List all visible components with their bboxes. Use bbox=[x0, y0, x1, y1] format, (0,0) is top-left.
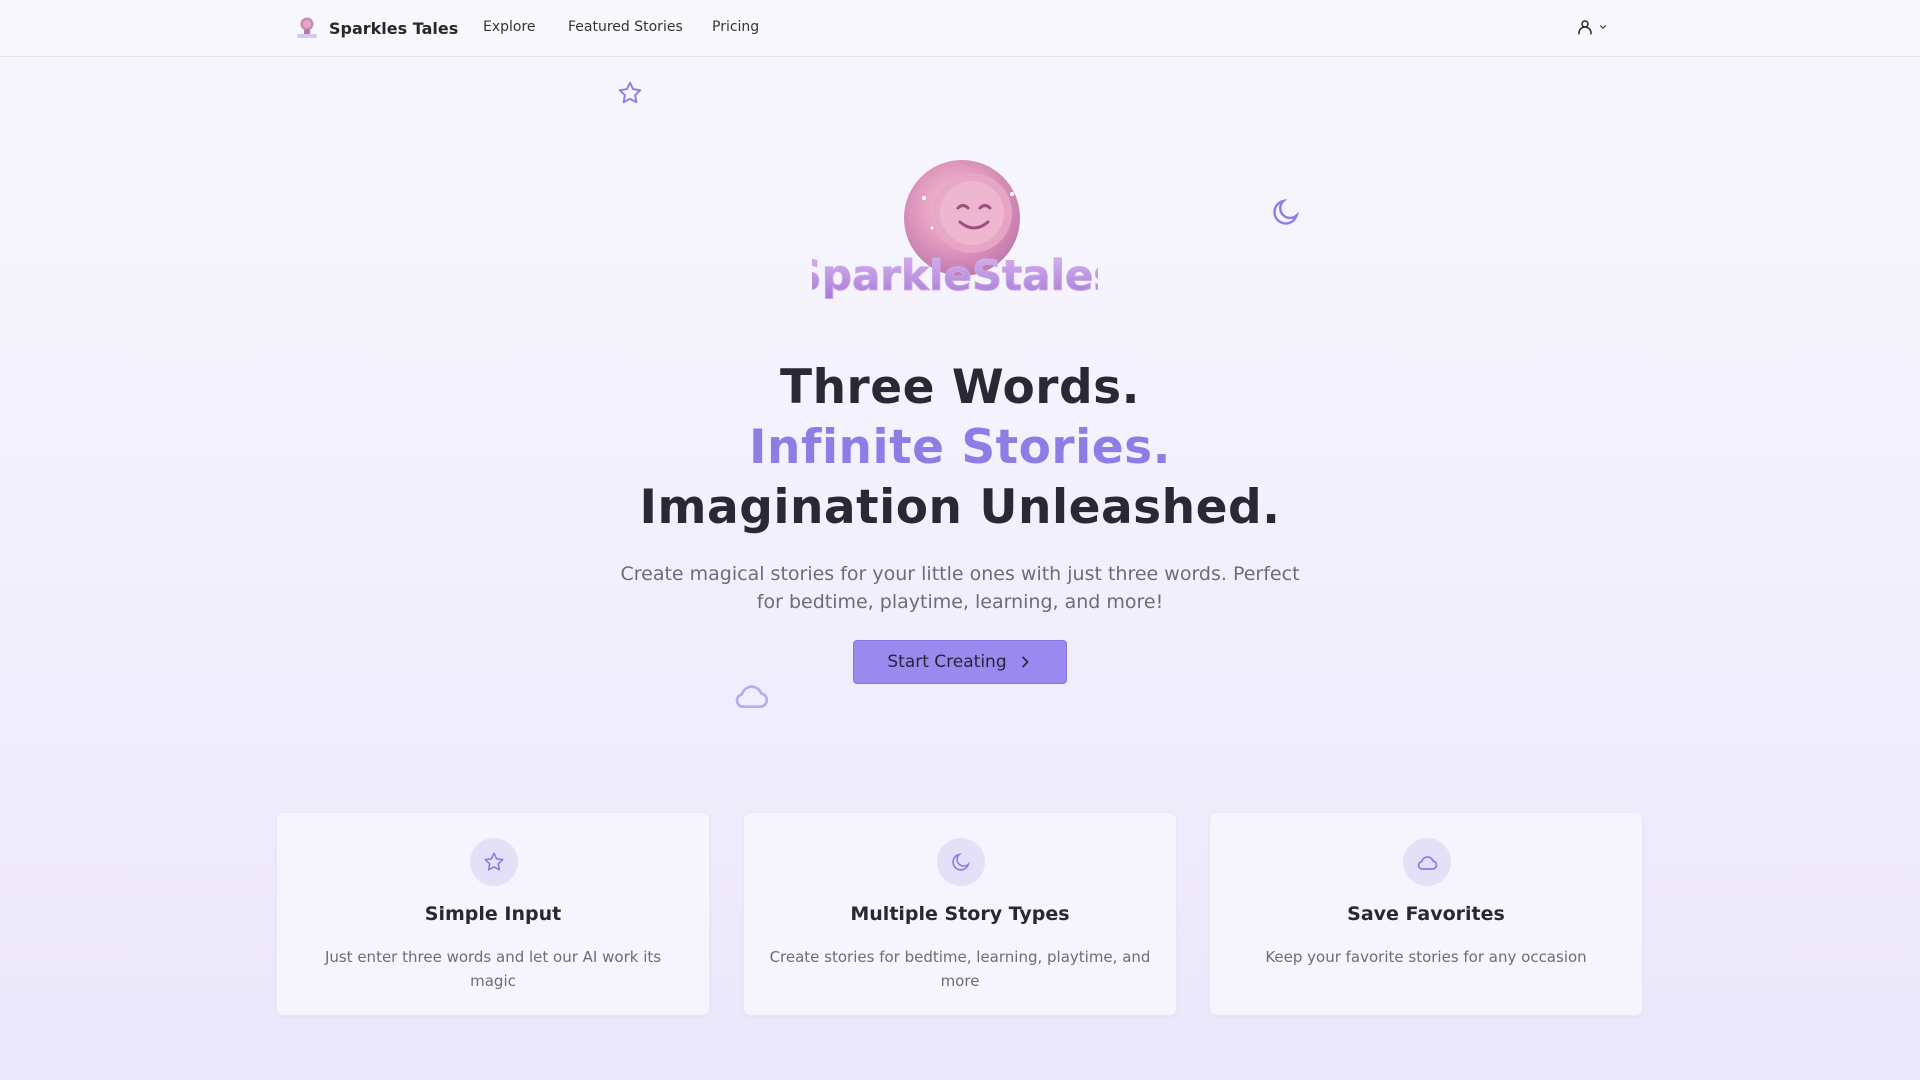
brand-logo-icon bbox=[297, 17, 317, 38]
star-icon bbox=[484, 852, 504, 871]
floating-moon-icon bbox=[1273, 198, 1300, 225]
feature-card-simple-input: Simple Input Just enter three words and … bbox=[276, 812, 710, 1016]
feature-title: Simple Input bbox=[424, 903, 562, 925]
feature-icon-circle bbox=[937, 838, 985, 886]
feature-description: Create stories for bedtime, learning, pl… bbox=[769, 948, 1151, 990]
moon-icon bbox=[952, 853, 970, 871]
user-menu-button[interactable] bbox=[1576, 18, 1608, 36]
brand-name: Sparkles Tales bbox=[329, 18, 459, 38]
nav-link-featured-stories[interactable]: Featured Stories bbox=[568, 19, 683, 35]
feature-title: Save Favorites bbox=[1347, 903, 1505, 925]
feature-description: Just enter three words and let our AI wo… bbox=[324, 948, 662, 990]
nav-link-explore[interactable]: Explore bbox=[483, 19, 536, 35]
hero-heading-line-1: Three Words. bbox=[780, 360, 1140, 415]
hero-heading-line-2: Infinite Stories. bbox=[749, 420, 1171, 475]
brand-link[interactable]: Sparkles Tales bbox=[293, 15, 458, 41]
chevron-down-icon bbox=[1599, 25, 1607, 29]
start-creating-button[interactable]: Start Creating bbox=[853, 640, 1067, 684]
start-creating-label: Start Creating bbox=[887, 652, 1007, 672]
user-icon bbox=[1578, 20, 1592, 35]
top-navbar: Sparkles Tales Explore Featured Stories … bbox=[0, 0, 1920, 57]
hero-heading-line-3: Imagination Unleashed. bbox=[639, 480, 1281, 535]
hero-subtitle: Create magical stories for your little o… bbox=[620, 563, 1300, 613]
nav-link-pricing[interactable]: Pricing bbox=[712, 19, 759, 35]
feature-icon-circle bbox=[1403, 838, 1451, 886]
feature-card-multiple-story-types: Multiple Story Types Create stories for … bbox=[743, 812, 1177, 1016]
hero-logo-text: SparkleStales bbox=[812, 251, 1098, 300]
feature-card-save-favorites: Save Favorites Keep your favorite storie… bbox=[1209, 812, 1643, 1016]
feature-icon-circle bbox=[470, 838, 518, 886]
floating-cloud-icon bbox=[735, 685, 769, 709]
feature-title: Multiple Story Types bbox=[850, 903, 1070, 925]
cloud-icon bbox=[1417, 856, 1438, 870]
floating-star-icon bbox=[618, 81, 642, 104]
sparkles-tales-hero-logo: SparkleStales bbox=[812, 160, 1098, 301]
chevron-right-icon bbox=[1021, 656, 1029, 668]
feature-description: Keep your favorite stories for any occas… bbox=[1265, 948, 1587, 966]
